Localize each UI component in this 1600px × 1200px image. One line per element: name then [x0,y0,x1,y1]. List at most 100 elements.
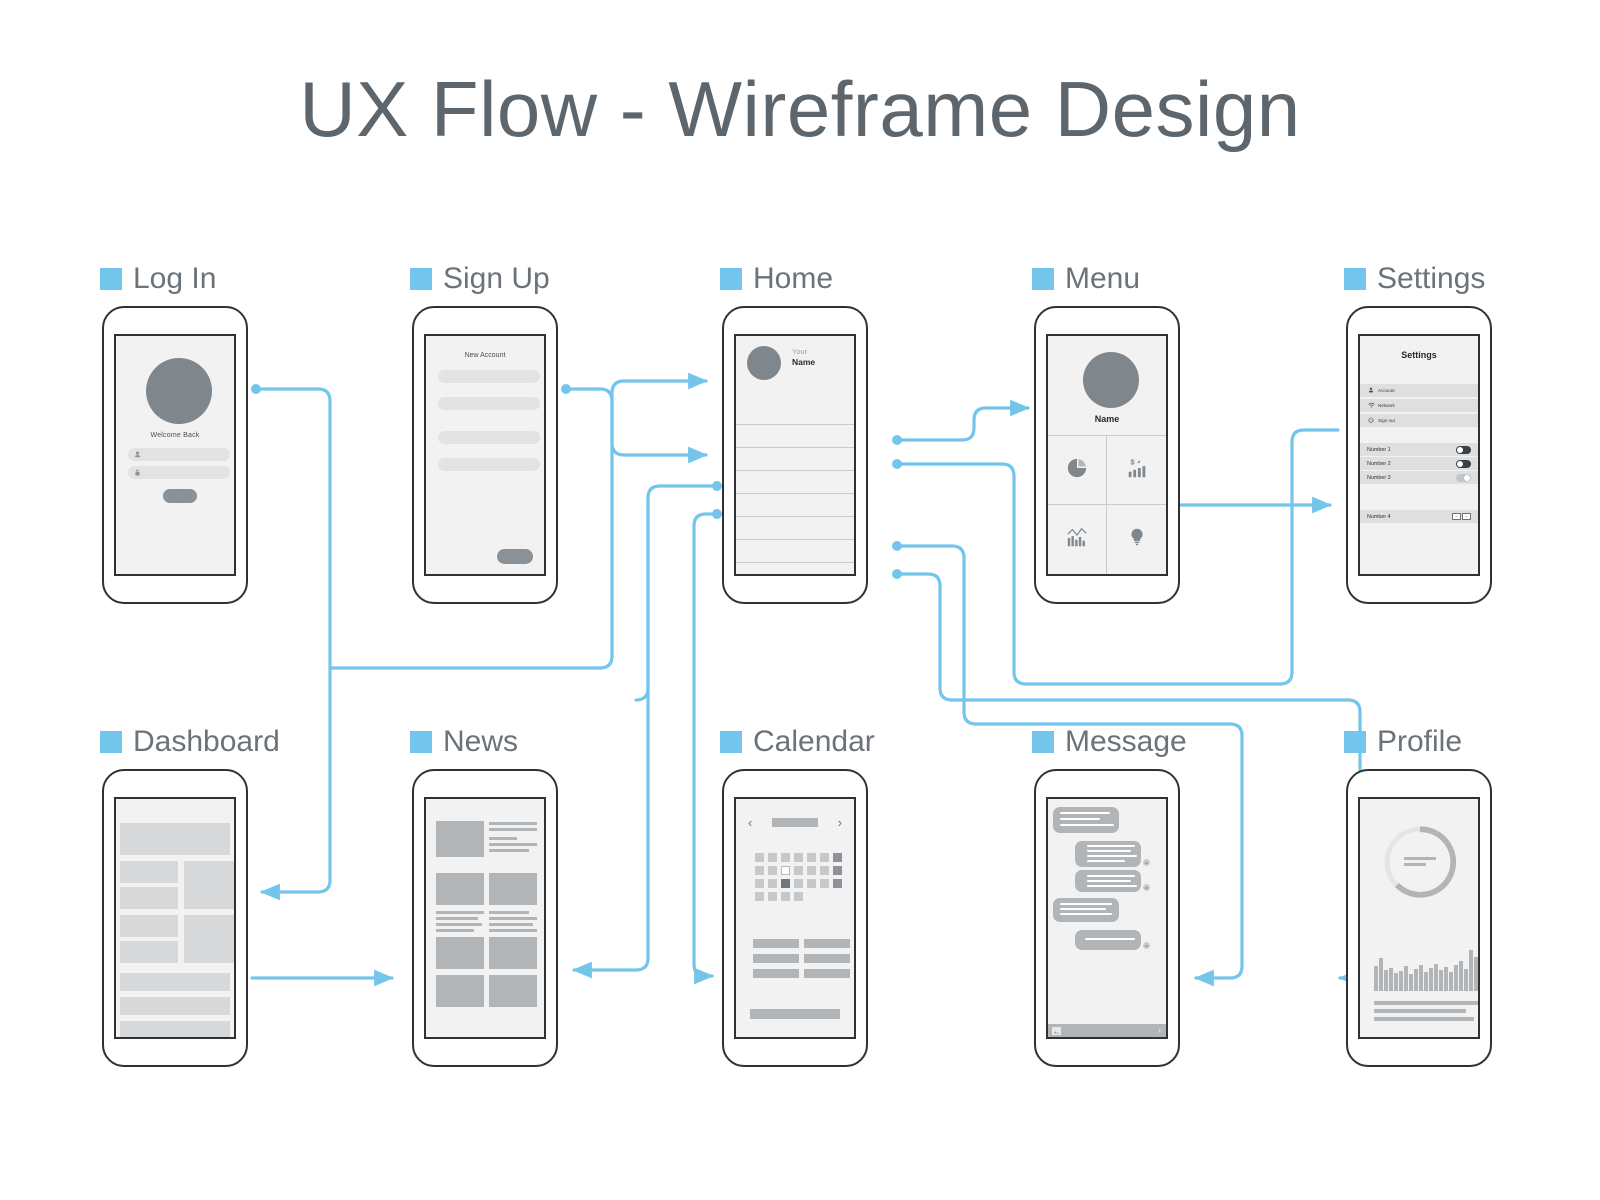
chat-bubble-outgoing[interactable] [1075,841,1141,867]
calendar-day[interactable] [807,879,816,888]
login-submit-button[interactable] [163,489,197,503]
list-item[interactable] [736,562,854,574]
calendar-day[interactable] [820,879,829,888]
settings-stepper-row[interactable]: Number 4 − + [1360,510,1478,523]
screen-profile[interactable] [1358,797,1480,1039]
screen-settings[interactable]: Settings Account Network Sign out Number… [1358,334,1480,576]
stepper-plus-button[interactable]: + [1462,513,1471,520]
calendar-day[interactable] [755,866,764,875]
calendar-day[interactable] [768,879,777,888]
calendar-day[interactable] [768,866,777,875]
list-item[interactable] [736,424,854,447]
screen-home[interactable]: Your Name [734,334,856,576]
calendar-day[interactable] [781,892,790,901]
quantity-stepper[interactable]: − + [1452,513,1471,520]
calendar-day-today[interactable] [781,879,790,888]
calendar-event[interactable] [804,939,850,948]
screen-dashboard[interactable] [114,797,236,1039]
screen-signup[interactable]: New Account [424,334,546,576]
chat-bubble-outgoing[interactable] [1075,870,1141,892]
calendar-day[interactable] [781,853,790,862]
calendar-event[interactable] [753,954,799,963]
chat-bubble-incoming[interactable] [1053,898,1119,922]
send-chevron-icon[interactable]: › [1158,1026,1161,1035]
image-attach-icon[interactable] [1052,1026,1061,1035]
calendar-day[interactable] [794,879,803,888]
news-featured-image[interactable] [436,821,484,857]
list-item[interactable] [736,539,854,562]
chevron-right-icon[interactable]: › [838,816,842,829]
signup-field-2[interactable] [438,397,540,410]
news-thumb[interactable] [436,937,484,969]
toggle-switch[interactable] [1456,473,1471,482]
screen-menu[interactable]: Name $ [1046,334,1168,576]
calendar-day[interactable] [820,853,829,862]
toggle-switch[interactable] [1456,445,1471,454]
menu-tile-pie[interactable] [1048,436,1107,505]
calendar-day[interactable] [768,853,777,862]
menu-tile-ideas[interactable] [1107,505,1166,574]
toggle-switch[interactable] [1456,459,1471,468]
news-thumb[interactable] [489,873,537,905]
calendar-event[interactable] [804,954,850,963]
username-field[interactable] [128,448,230,461]
chat-bubble-outgoing[interactable] [1075,930,1141,950]
calendar-day[interactable] [768,892,777,901]
message-input-bar[interactable]: › [1048,1024,1166,1037]
calendar-day[interactable] [833,879,842,888]
calendar-month-bar[interactable] [772,817,818,827]
calendar-day[interactable] [755,892,764,901]
news-thumb[interactable] [489,937,537,969]
calendar-footer-bar[interactable] [750,1009,840,1019]
screen-calendar[interactable]: ‹ › [734,797,856,1039]
calendar-day[interactable] [807,866,816,875]
password-field[interactable] [128,466,230,479]
signup-field-4[interactable] [438,458,540,471]
dashboard-card[interactable] [184,861,234,909]
list-item[interactable] [736,493,854,516]
calendar-event[interactable] [804,969,850,978]
dashboard-card[interactable] [120,915,178,937]
settings-row-signout[interactable]: Sign out [1360,414,1478,427]
screen-message[interactable]: › [1046,797,1168,1039]
settings-toggle-row-2[interactable]: Number 2 [1360,457,1478,470]
calendar-event[interactable] [753,939,799,948]
news-thumb[interactable] [489,975,537,1007]
news-thumb[interactable] [436,873,484,905]
calendar-day[interactable] [755,853,764,862]
signup-submit-button[interactable] [497,549,533,564]
stepper-minus-button[interactable]: − [1452,513,1461,520]
signup-field-3[interactable] [438,431,540,444]
screen-news[interactable] [424,797,546,1039]
calendar-day[interactable] [794,866,803,875]
calendar-event[interactable] [753,969,799,978]
calendar-day[interactable] [833,853,842,862]
news-thumb[interactable] [436,975,484,1007]
dashboard-card[interactable] [184,915,234,963]
calendar-day[interactable] [833,866,842,875]
calendar-day[interactable] [794,853,803,862]
settings-toggle-row-1[interactable]: Number 1 [1360,443,1478,456]
menu-tile-revenue[interactable]: $ [1107,436,1166,505]
list-item[interactable] [736,470,854,493]
dashboard-card[interactable] [120,941,178,963]
chevron-left-icon[interactable]: ‹ [748,816,752,829]
dashboard-card[interactable] [120,887,178,909]
dashboard-banner[interactable] [120,823,230,855]
dashboard-bar[interactable] [120,973,230,991]
dashboard-bar[interactable] [120,1021,230,1037]
calendar-day[interactable] [794,892,803,901]
calendar-day[interactable] [755,879,764,888]
settings-toggle-row-3[interactable]: Number 3 [1360,471,1478,484]
calendar-day-grid[interactable] [755,853,842,901]
dashboard-card[interactable] [120,861,178,883]
list-item[interactable] [736,447,854,470]
chat-bubble-incoming[interactable] [1053,807,1119,833]
list-item[interactable] [736,516,854,539]
settings-row-account[interactable]: Account [1360,384,1478,397]
settings-row-network[interactable]: Network [1360,399,1478,412]
calendar-day[interactable] [820,866,829,875]
dashboard-bar[interactable] [120,997,230,1015]
menu-tile-analytics[interactable] [1048,505,1107,574]
screen-login[interactable]: Welcome Back [114,334,236,576]
